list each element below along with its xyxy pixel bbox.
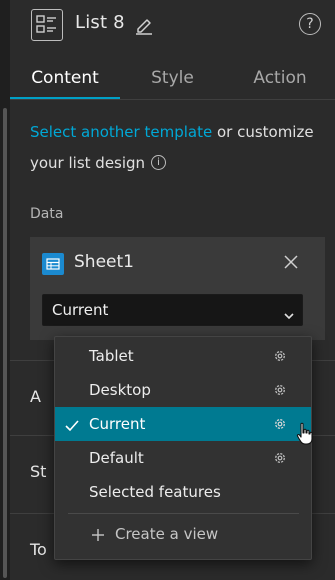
menu-item-default[interactable]: Default <box>55 441 311 475</box>
section-to-label: To <box>30 540 47 559</box>
section-st-label: St <box>30 462 47 481</box>
menu-item-label: Desktop <box>89 381 151 399</box>
view-dropdown-menu: Tablet Desktop Current Default Selected … <box>54 336 312 560</box>
menu-item-label: Tablet <box>89 347 134 365</box>
menu-item-selected-features[interactable]: Selected features <box>55 475 311 509</box>
info-icon[interactable]: i <box>151 155 167 170</box>
data-section-label: Data <box>30 206 64 222</box>
section-a-label: A <box>30 387 41 406</box>
help-circle-icon[interactable]: ? <box>299 13 321 35</box>
gear-icon[interactable] <box>272 348 288 368</box>
settings-panel: List 8 ? Content Style Action Select ano… <box>10 0 335 580</box>
plus-icon <box>91 527 105 546</box>
tab-content[interactable]: Content <box>10 58 120 100</box>
menu-item-current[interactable]: Current <box>55 407 311 441</box>
tab-action[interactable]: Action <box>225 58 335 100</box>
data-source-card: Sheet1 Current <box>30 237 325 340</box>
chevron-down-icon <box>283 306 295 325</box>
table-icon <box>42 253 64 275</box>
create-view-label: Create a view <box>115 525 219 543</box>
list-widget-icon <box>31 9 63 41</box>
widget-title: List 8 <box>75 12 125 33</box>
data-source-name: Sheet1 <box>74 252 134 272</box>
menu-item-tablet[interactable]: Tablet <box>55 339 311 373</box>
menu-item-label: Default <box>89 449 144 467</box>
menu-item-desktop[interactable]: Desktop <box>55 373 311 407</box>
tab-style[interactable]: Style <box>120 58 225 100</box>
gear-icon[interactable] <box>272 416 288 436</box>
panel-header: List 8 ? <box>10 0 335 48</box>
left-edge-strip <box>0 0 10 580</box>
pencil-icon[interactable] <box>134 15 154 39</box>
gear-icon[interactable] <box>272 382 288 402</box>
menu-item-label: Selected features <box>89 483 221 501</box>
checkmark-icon <box>65 417 79 436</box>
menu-item-label: Current <box>89 415 146 433</box>
select-template-link[interactable]: Select another template <box>30 123 212 141</box>
gear-icon[interactable] <box>272 450 288 470</box>
menu-divider <box>68 513 299 514</box>
close-icon[interactable] <box>283 254 299 274</box>
view-select[interactable]: Current <box>42 294 303 326</box>
scrollbar-thumb[interactable] <box>3 108 7 578</box>
create-view-button[interactable]: Create a view <box>55 517 311 553</box>
active-tab-indicator <box>10 97 120 99</box>
view-select-value: Current <box>52 301 109 319</box>
panel-tabs: Content Style Action <box>10 58 335 100</box>
hand-cursor-icon <box>296 422 314 450</box>
template-intro: Select another template or customize you… <box>30 117 320 179</box>
